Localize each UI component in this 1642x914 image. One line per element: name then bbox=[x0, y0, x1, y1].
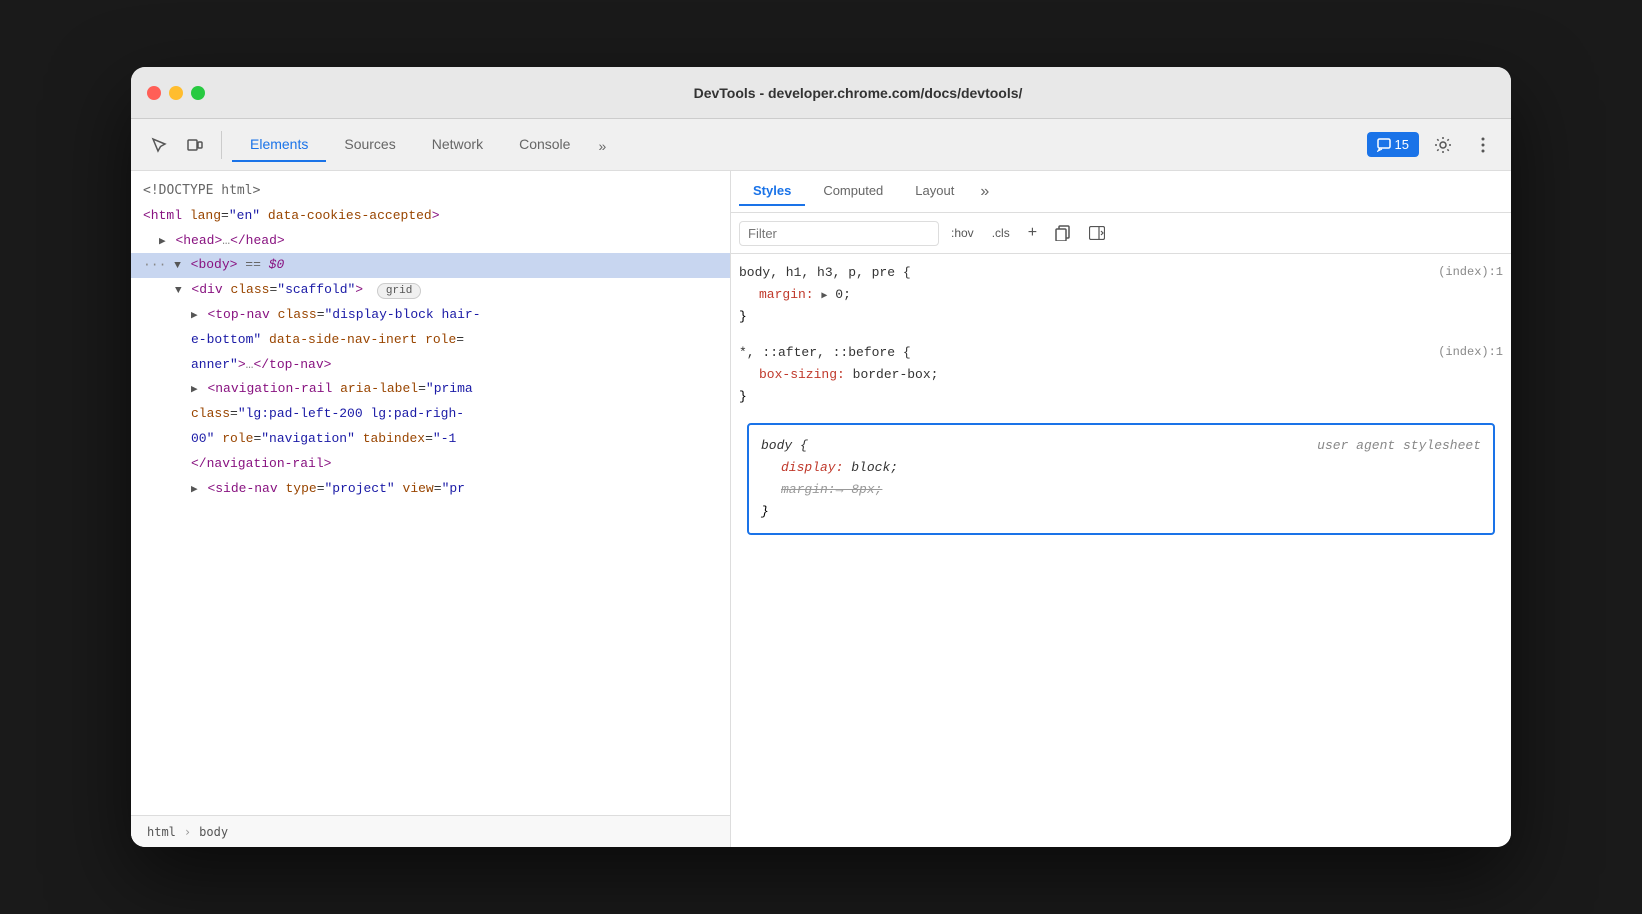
css-prop: margin: bbox=[759, 287, 814, 302]
css-source[interactable]: (index):1 bbox=[1438, 262, 1503, 282]
select-element-button[interactable] bbox=[143, 129, 175, 161]
elements-panel: <!DOCTYPE html> <html lang="en" data-coo… bbox=[131, 171, 731, 847]
tab-sources[interactable]: Sources bbox=[326, 128, 413, 162]
elements-content[interactable]: <!DOCTYPE html> <html lang="en" data-coo… bbox=[131, 171, 730, 815]
nav-rail-line2: class="lg:pad-left-200 lg:pad-righ- bbox=[131, 402, 730, 427]
user-agent-comment: user agent stylesheet bbox=[1317, 435, 1481, 457]
css-rule-universal: *, ::after, ::before { (index):1 box-siz… bbox=[739, 342, 1503, 408]
css-rule-body-useragent: body { user agent stylesheet display: bl… bbox=[747, 423, 1495, 535]
traffic-lights bbox=[147, 86, 205, 100]
copy-styles-button[interactable] bbox=[1049, 219, 1077, 247]
body-tag-line[interactable]: ··· ▼ <body> == $0 bbox=[131, 253, 730, 278]
css-triangle-margin[interactable]: ▶ bbox=[821, 291, 827, 302]
maximize-button[interactable] bbox=[191, 86, 205, 100]
css-rule-body-headings: body, h1, h3, p, pre { (index):1 margin:… bbox=[739, 262, 1503, 328]
tab-console[interactable]: Console bbox=[501, 128, 588, 162]
title-bar: DevTools - developer.chrome.com/docs/dev… bbox=[131, 67, 1511, 119]
hov-button[interactable]: :hov bbox=[945, 223, 980, 243]
messages-count: 15 bbox=[1395, 137, 1409, 152]
devtools-window: DevTools - developer.chrome.com/docs/dev… bbox=[131, 67, 1511, 847]
more-tabs-button[interactable]: » bbox=[588, 130, 616, 162]
tab-elements[interactable]: Elements bbox=[232, 128, 326, 162]
head-tag-line[interactable]: ▶ <head>…</head> bbox=[131, 229, 730, 254]
top-nav-line1[interactable]: ▶ <top-nav class="display-block hair- bbox=[131, 303, 730, 328]
filter-input[interactable] bbox=[739, 221, 939, 246]
cls-button[interactable]: .cls bbox=[986, 223, 1016, 243]
close-button[interactable] bbox=[147, 86, 161, 100]
tab-styles[interactable]: Styles bbox=[739, 177, 805, 206]
css-prop-boxsizing: box-sizing: bbox=[759, 367, 845, 382]
tab-layout[interactable]: Layout bbox=[901, 177, 968, 206]
breadcrumb-body[interactable]: body bbox=[195, 823, 232, 841]
top-nav-line3: anner">…</top-nav> bbox=[131, 353, 730, 378]
tab-network[interactable]: Network bbox=[414, 128, 501, 162]
css-prop-margin-strikethrough: margin:→ 8px; bbox=[781, 482, 882, 497]
toolbar-right: 15 bbox=[1367, 129, 1499, 161]
css-selector-universal: *, ::after, ::before { bbox=[739, 345, 911, 360]
css-source-universal[interactable]: (index):1 bbox=[1438, 342, 1503, 362]
nav-rail-close-line: </navigation-rail> bbox=[131, 452, 730, 477]
device-toggle-button[interactable] bbox=[179, 129, 211, 161]
css-value-boxsizing: border-box; bbox=[853, 367, 939, 382]
window-title: DevTools - developer.chrome.com/docs/dev… bbox=[221, 85, 1495, 101]
css-content[interactable]: body, h1, h3, p, pre { (index):1 margin:… bbox=[731, 254, 1511, 847]
filter-bar: :hov .cls + bbox=[731, 213, 1511, 254]
styles-panel: Styles Computed Layout » :hov .cls + bbox=[731, 171, 1511, 847]
styles-tabs: Styles Computed Layout » bbox=[731, 171, 1511, 213]
messages-button[interactable]: 15 bbox=[1367, 132, 1419, 157]
toggle-sidebar-button[interactable] bbox=[1083, 219, 1111, 247]
doctype-line: <!DOCTYPE html> bbox=[131, 179, 730, 204]
add-style-button[interactable]: + bbox=[1022, 221, 1043, 245]
minimize-button[interactable] bbox=[169, 86, 183, 100]
devtools-toolbar: Elements Sources Network Console » 15 bbox=[131, 119, 1511, 171]
css-value: 0; bbox=[835, 287, 851, 302]
css-selector-body-ua: body { bbox=[761, 438, 808, 453]
breadcrumb-html[interactable]: html bbox=[143, 823, 180, 841]
side-nav-line[interactable]: ▶ <side-nav type="project" view="pr bbox=[131, 477, 730, 502]
div-scaffold-line[interactable]: ▼ <div class="scaffold"> grid bbox=[131, 278, 730, 303]
toolbar-separator bbox=[221, 131, 222, 159]
nav-rail-line3: 00" role="navigation" tabindex="-1 bbox=[131, 427, 730, 452]
top-nav-line2: e-bottom" data-side-nav-inert role= bbox=[131, 328, 730, 353]
breadcrumb-separator: › bbox=[184, 825, 191, 839]
css-value-display: block; bbox=[851, 460, 898, 475]
settings-button[interactable] bbox=[1427, 129, 1459, 161]
tab-computed[interactable]: Computed bbox=[809, 177, 897, 206]
styles-more-tabs[interactable]: » bbox=[972, 177, 997, 207]
css-selector: body, h1, h3, p, pre { bbox=[739, 265, 911, 280]
html-tag-line[interactable]: <html lang="en" data-cookies-accepted> bbox=[131, 204, 730, 229]
breadcrumb: html › body bbox=[131, 815, 730, 847]
css-prop-display: display: bbox=[781, 460, 843, 475]
nav-rail-line1[interactable]: ▶ <navigation-rail aria-label="prima bbox=[131, 377, 730, 402]
more-options-button[interactable] bbox=[1467, 129, 1499, 161]
tab-bar: Elements Sources Network Console » bbox=[232, 128, 1363, 162]
main-content: <!DOCTYPE html> <html lang="en" data-coo… bbox=[131, 171, 1511, 847]
